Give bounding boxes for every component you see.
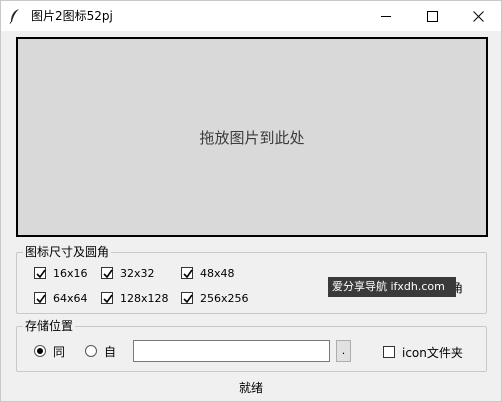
minimize-button[interactable]: [363, 1, 409, 31]
checkbox-box[interactable]: [101, 267, 113, 279]
radio-same-location[interactable]: 同: [34, 344, 66, 359]
icon-size-group-title: 图标尺寸及圆角: [23, 244, 112, 260]
watermark-overlay: 爱分享导航 ifxdh.com: [328, 277, 456, 297]
checkbox-box[interactable]: [34, 292, 46, 304]
close-button[interactable]: [455, 1, 501, 31]
size-checkbox-48[interactable]: 48x48: [181, 266, 235, 280]
title-bar: 图片2图标52pj: [1, 1, 501, 31]
size-label: 32x32: [120, 266, 155, 280]
size-label: 128x128: [120, 291, 169, 305]
storage-group-title: 存储位置: [23, 318, 76, 334]
size-checkbox-16[interactable]: 16x16: [34, 266, 88, 280]
checkbox-box[interactable]: [181, 292, 193, 304]
radio-custom-location[interactable]: 自: [85, 344, 117, 359]
size-checkbox-32[interactable]: 32x32: [101, 266, 155, 280]
icon-folder-label: icon文件夹: [402, 345, 463, 360]
image-drop-zone[interactable]: 拖放图片到此处: [16, 37, 488, 237]
radio-button[interactable]: [34, 345, 46, 357]
checkbox-box[interactable]: [101, 292, 113, 304]
checkbox-box[interactable]: [383, 346, 395, 358]
size-label: 64x64: [53, 291, 88, 305]
size-checkbox-64[interactable]: 64x64: [34, 291, 88, 305]
maximize-icon: [426, 10, 438, 22]
app-window: 图片2图标52pj 拖放图片到此处 图标尺寸及圆角 16x16 32x32 48…: [0, 0, 502, 402]
size-label: 256x256: [200, 291, 249, 305]
radio-custom-label: 自: [104, 344, 117, 359]
checkbox-box[interactable]: [34, 267, 46, 279]
size-label: 16x16: [53, 266, 88, 280]
feather-icon: [9, 8, 21, 24]
radio-button[interactable]: [85, 345, 97, 357]
checkbox-box[interactable]: [181, 267, 193, 279]
close-icon: [472, 10, 484, 22]
status-bar-text: 就绪: [238, 381, 263, 395]
drop-zone-hint: 拖放图片到此处: [199, 128, 305, 147]
window-title: 图片2图标52pj: [31, 9, 113, 23]
save-path-input[interactable]: [133, 340, 330, 362]
icon-folder-checkbox[interactable]: icon文件夹: [383, 345, 463, 360]
minimize-icon: [380, 15, 391, 17]
browse-button[interactable]: .: [336, 340, 351, 362]
size-checkbox-256[interactable]: 256x256: [181, 291, 249, 305]
maximize-button[interactable]: [409, 1, 455, 31]
radio-same-label: 同: [53, 344, 66, 359]
size-label: 48x48: [200, 266, 235, 280]
size-checkbox-128[interactable]: 128x128: [101, 291, 169, 305]
